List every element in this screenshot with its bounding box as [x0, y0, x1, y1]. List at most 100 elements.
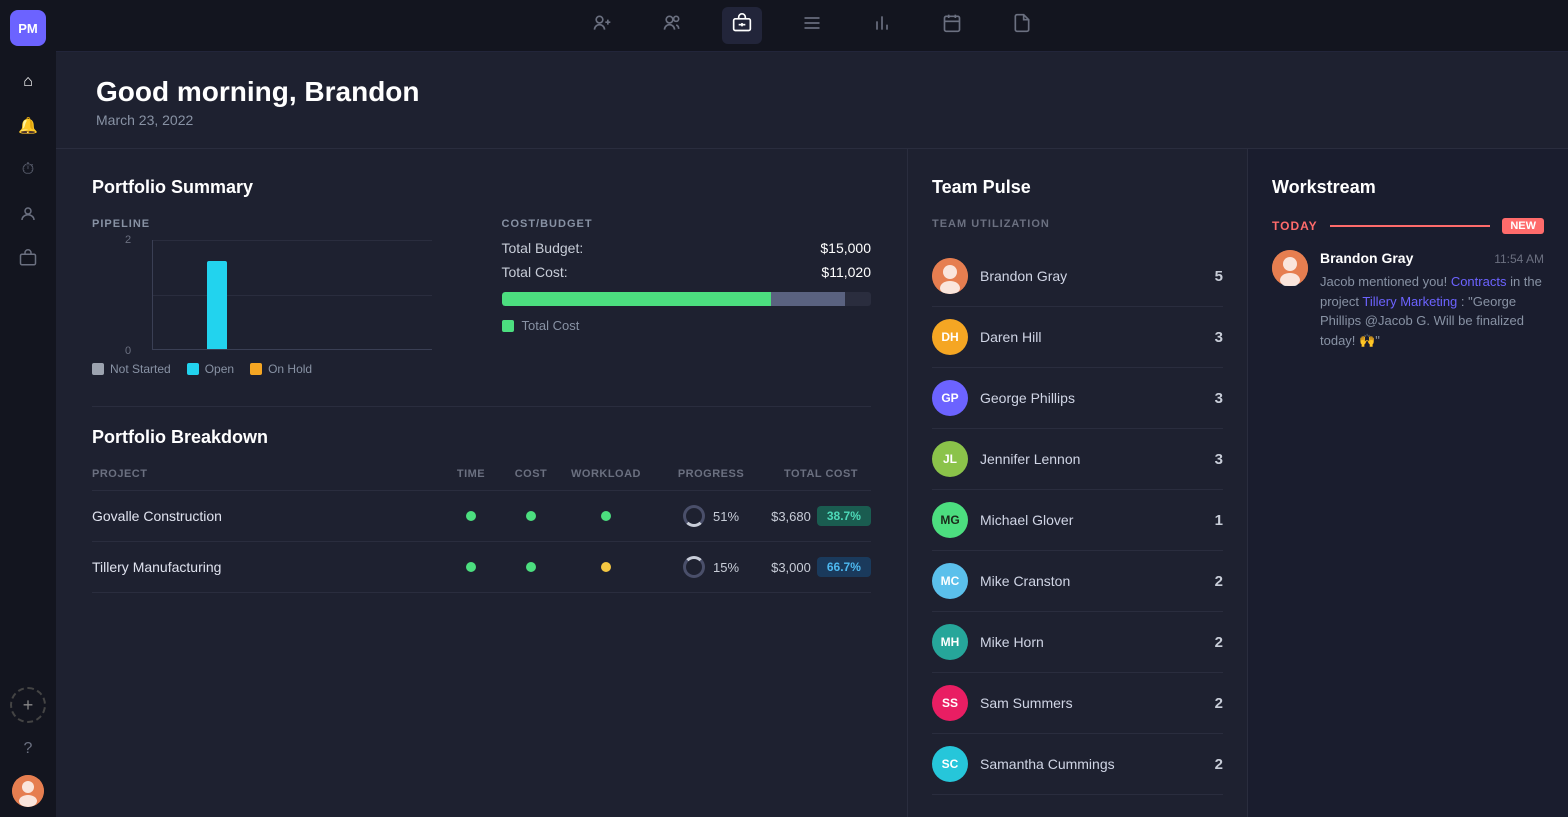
nav-calendar[interactable]	[932, 7, 972, 44]
avatar-samantha: SC	[932, 746, 968, 782]
workload-dot-1	[561, 511, 651, 521]
legend-dot-open	[187, 363, 199, 375]
legend-label-not-started: Not Started	[110, 362, 171, 376]
avatar-george: GP	[932, 380, 968, 416]
ws-avatar	[1272, 250, 1308, 286]
cost-legend-label: Total Cost	[522, 318, 580, 333]
app-logo[interactable]: PM	[10, 10, 46, 46]
total-budget-label: Total Budget:	[502, 240, 584, 256]
total-cost-label: Total Cost:	[502, 264, 568, 280]
nav-add-user[interactable]	[582, 7, 622, 44]
sidebar-help[interactable]: ?	[10, 731, 46, 767]
sidebar-add-button[interactable]: +	[10, 687, 46, 723]
budget-fill-gray	[771, 292, 845, 306]
cost-status-2	[526, 562, 536, 572]
team-member-george: GP George Phillips 3	[932, 368, 1223, 429]
pipeline-chart: PIPELINE 2 0	[92, 218, 462, 376]
budget-fill-green	[502, 292, 772, 306]
team-name-jennifer: Jennifer Lennon	[980, 451, 1203, 467]
sidebar-item-bell[interactable]: 🔔	[10, 108, 46, 144]
ws-author-name: Brandon Gray	[1320, 250, 1413, 266]
progress-circle-2	[683, 556, 705, 578]
page-title: Good morning, Brandon	[96, 76, 1528, 108]
ws-message-text: Jacob mentioned you! Contracts in the pr…	[1320, 272, 1544, 350]
team-member-michael: MG Michael Glover 1	[932, 490, 1223, 551]
nav-briefcase[interactable]	[722, 7, 762, 44]
col-workload: WORKLOAD	[561, 468, 651, 480]
page-header: Good morning, Brandon March 23, 2022	[56, 52, 1568, 149]
divider-1	[92, 406, 871, 407]
legend-open: Open	[187, 362, 234, 376]
total-cost-cell-2: $3,000 66.7%	[771, 557, 871, 577]
avatar-michael: MG	[932, 502, 968, 538]
chart-container: 2 0	[152, 240, 432, 350]
ws-link-contracts[interactable]: Contracts	[1451, 274, 1507, 289]
legend-on-hold: On Hold	[250, 362, 312, 376]
progress-cell-1: 51%	[651, 505, 771, 527]
ws-text-prefix: Jacob mentioned you!	[1320, 274, 1451, 289]
portfolio-summary-title: Portfolio Summary	[92, 177, 871, 198]
main-area: Good morning, Brandon March 23, 2022 Por…	[56, 0, 1568, 817]
avatar-jennifer: JL	[932, 441, 968, 477]
cost-legend: Total Cost	[502, 318, 872, 333]
cost-status-1	[526, 511, 536, 521]
sidebar-item-clock[interactable]: ⏱	[10, 152, 46, 188]
workload-status-1	[601, 511, 611, 521]
progress-badge-1: 38.7%	[817, 506, 871, 526]
team-member-daren: DH Daren Hill 3	[932, 307, 1223, 368]
progress-circle-1	[683, 505, 705, 527]
avatar-brandon	[932, 258, 968, 294]
total-budget-row: Total Budget: $15,000	[502, 240, 872, 256]
team-name-daren: Daren Hill	[980, 329, 1203, 345]
nav-users[interactable]	[652, 7, 692, 44]
table-row: Govalle Construction 51% $3,680 38.7%	[92, 491, 871, 542]
team-count-george: 3	[1215, 390, 1223, 407]
total-cost-value: $11,020	[821, 264, 871, 280]
nav-document[interactable]	[1002, 7, 1042, 44]
workstream-today-header: TODAY NEW	[1272, 218, 1544, 234]
ws-link-project[interactable]: Tillery Marketing	[1362, 294, 1457, 309]
cost-budget-label: COST/BUDGET	[502, 218, 872, 230]
cost-legend-dot	[502, 320, 514, 332]
workload-dot-2	[561, 562, 651, 572]
sidebar-item-bag[interactable]	[10, 240, 46, 276]
breakdown-header: PROJECT TIME COST WORKLOAD PROGRESS TOTA…	[92, 468, 871, 491]
avatar-daren: DH	[932, 319, 968, 355]
content: Good morning, Brandon March 23, 2022 Por…	[56, 52, 1568, 817]
ws-item-header: Brandon Gray 11:54 AM	[1320, 250, 1544, 266]
new-badge: NEW	[1502, 218, 1544, 234]
legend-label-open: Open	[205, 362, 234, 376]
avatar-mike-c: MC	[932, 563, 968, 599]
nav-chart[interactable]	[862, 7, 902, 44]
workstream-item: Brandon Gray 11:54 AM Jacob mentioned yo…	[1272, 250, 1544, 350]
pipeline-label: PIPELINE	[92, 218, 462, 230]
portfolio-summary: PIPELINE 2 0	[92, 218, 871, 376]
progress-badge-2: 66.7%	[817, 557, 871, 577]
col-project: PROJECT	[92, 468, 441, 480]
col-cost: COST	[501, 468, 561, 480]
total-cost-row: Total Cost: $11,020	[502, 264, 872, 280]
left-panel: Portfolio Summary PIPELINE	[56, 149, 908, 817]
legend-not-started: Not Started	[92, 362, 171, 376]
team-member-jennifer: JL Jennifer Lennon 3	[932, 429, 1223, 490]
legend-label-on-hold: On Hold	[268, 362, 312, 376]
project-name-1: Govalle Construction	[92, 508, 441, 524]
nav-list[interactable]	[792, 7, 832, 44]
team-count-samantha: 2	[1215, 756, 1223, 773]
legend-dot-on-hold	[250, 363, 262, 375]
total-budget-value: $15,000	[820, 240, 871, 256]
workstream-title: Workstream	[1272, 177, 1544, 198]
breakdown-table: PROJECT TIME COST WORKLOAD PROGRESS TOTA…	[92, 468, 871, 593]
team-member-samantha: SC Samantha Cummings 2	[932, 734, 1223, 795]
col-progress: PROGRESS	[651, 468, 771, 480]
avatar-mike-h: MH	[932, 624, 968, 660]
legend-dot-not-started	[92, 363, 104, 375]
sidebar-avatar[interactable]	[12, 775, 44, 807]
workstream-panel: Workstream TODAY NEW Brandon Gray	[1248, 149, 1568, 817]
team-member-mike-c: MC Mike Cranston 2	[932, 551, 1223, 612]
team-member-mike-h: MH Mike Horn 2	[932, 612, 1223, 673]
team-name-samantha: Samantha Cummings	[980, 756, 1203, 772]
cost-dot-1	[501, 511, 561, 521]
sidebar-item-home[interactable]: ⌂	[10, 64, 46, 100]
sidebar-item-people[interactable]	[10, 196, 46, 232]
